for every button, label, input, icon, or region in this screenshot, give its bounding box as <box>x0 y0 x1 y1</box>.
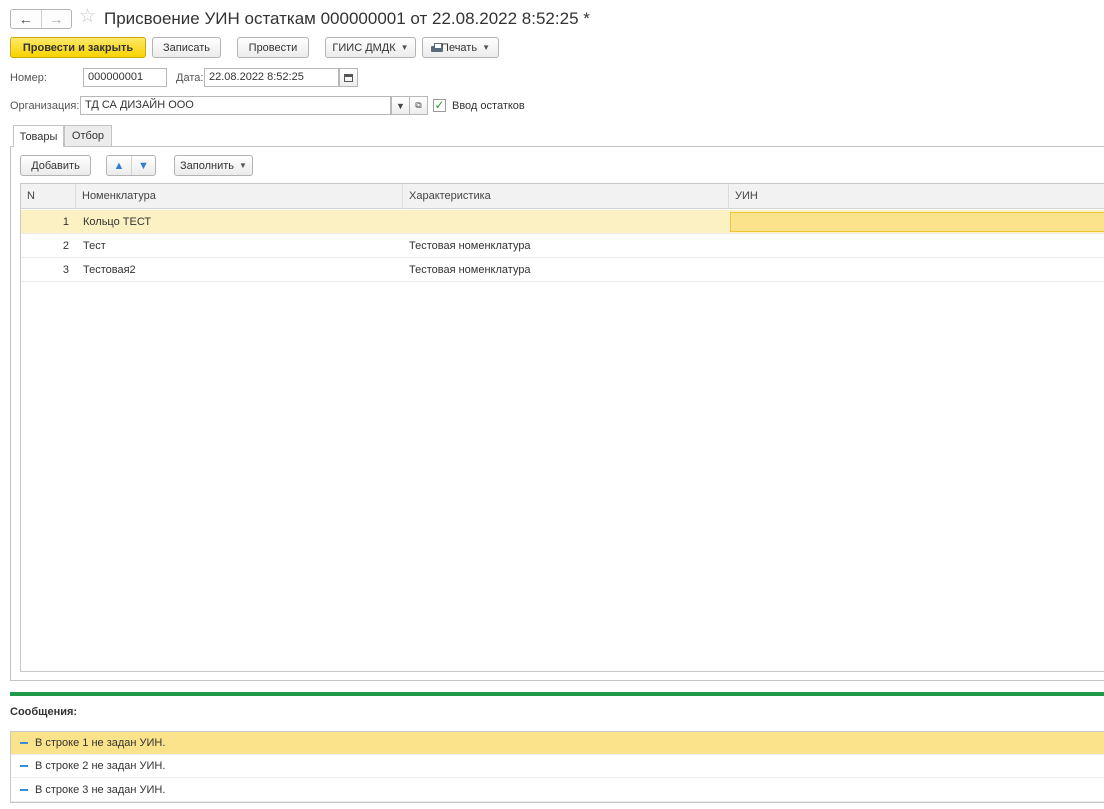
row-number: 1 <box>62 216 69 228</box>
post-and-close-label: Провести и закрыть <box>22 41 134 54</box>
row-number: 2 <box>62 240 69 252</box>
post-button[interactable]: Провести <box>237 37 309 58</box>
row-number: 3 <box>62 264 69 276</box>
open-icon: ⧉ <box>415 100 422 110</box>
organization-field[interactable]: ТД СА ДИЗАЙН ООО <box>80 96 391 115</box>
column-header-characteristic[interactable]: Характеристика <box>403 184 729 209</box>
balances-checkbox[interactable]: ✓ <box>433 99 446 112</box>
dropdown-caret-icon: ▼ <box>396 100 405 111</box>
nav-buttons: ← → <box>10 9 72 29</box>
characteristic-cell[interactable]: Тестовая номенклатура <box>409 258 719 282</box>
tab-goods[interactable]: Товары <box>13 125 64 147</box>
print-label: Печать <box>441 41 478 54</box>
table-row[interactable]: 1 Кольцо ТЕСТ <box>21 210 1104 234</box>
table-row[interactable]: 3 Тестовая2 Тестовая номенклатура <box>21 258 1104 282</box>
characteristic-cell[interactable]: Тестовая номенклатура <box>409 234 719 258</box>
date-field[interactable]: 22.08.2022 8:52:25 <box>204 68 339 87</box>
message-item[interactable]: В строке 1 не задан УИН. <box>11 732 1104 755</box>
message-item[interactable]: В строке 3 не задан УИН. <box>11 779 1104 802</box>
table-row[interactable]: 2 Тест Тестовая номенклатура <box>21 234 1104 258</box>
organization-dropdown-button[interactable]: ▼ <box>391 96 410 115</box>
favorite-star-icon[interactable]: ☆ <box>79 7 96 27</box>
post-label: Провести <box>248 41 298 54</box>
message-dash-icon <box>20 742 28 744</box>
calendar-button[interactable] <box>339 68 358 87</box>
uin-cell-active[interactable] <box>730 212 1104 232</box>
forward-arrow-icon[interactable]: → <box>40 10 72 28</box>
giis-menu-button[interactable]: ГИИС ДМДК ▼ <box>325 37 416 58</box>
post-and-close-button[interactable]: Провести и закрыть <box>10 37 146 58</box>
nomenclature-cell[interactable]: Тестовая2 <box>83 258 393 282</box>
message-text: В строке 2 не задан УИН. <box>35 760 166 772</box>
move-up-icon[interactable]: ▲ <box>107 156 131 175</box>
save-button[interactable]: Записать <box>152 37 221 58</box>
organization-open-button[interactable]: ⧉ <box>409 96 428 115</box>
goods-table[interactable]: N Номенклатура Характеристика УИН 1 Коль… <box>20 183 1104 672</box>
organization-label: Организация: <box>10 100 80 112</box>
tab-goods-label: Товары <box>19 130 58 143</box>
move-down-icon[interactable]: ▼ <box>131 156 155 175</box>
column-header-uin[interactable]: УИН <box>729 184 1104 209</box>
save-label: Записать <box>162 41 210 54</box>
uin-cell[interactable] <box>735 258 1095 282</box>
table-header: N Номенклатура Характеристика УИН <box>21 184 1104 209</box>
add-label: Добавить <box>31 159 80 172</box>
message-dash-icon <box>20 789 28 791</box>
back-arrow-icon[interactable]: ← <box>11 10 41 28</box>
messages-list: В строке 1 не задан УИН. В строке 2 не з… <box>10 731 1104 803</box>
date-label: Дата: <box>176 72 204 84</box>
dropdown-caret-icon: ▼ <box>239 161 247 170</box>
tab-filter-label: Отбор <box>71 130 105 142</box>
column-header-n[interactable]: N <box>21 184 76 209</box>
balances-label: Ввод остатков <box>452 100 525 112</box>
number-label: Номер: <box>10 72 47 84</box>
giis-label: ГИИС ДМДК <box>332 41 396 54</box>
move-buttons: ▲ ▼ <box>106 155 156 176</box>
message-dash-icon <box>20 765 28 767</box>
nomenclature-cell[interactable]: Кольцо ТЕСТ <box>83 210 393 234</box>
nomenclature-cell[interactable]: Тест <box>83 234 393 258</box>
column-header-nomenclature[interactable]: Номенклатура <box>76 184 403 209</box>
characteristic-cell[interactable] <box>409 210 719 234</box>
uin-cell[interactable] <box>735 234 1095 258</box>
add-button[interactable]: Добавить <box>20 155 91 176</box>
window-title: Присвоение УИН остаткам 000000001 от 22.… <box>104 9 590 28</box>
calendar-icon <box>344 73 353 82</box>
messages-divider[interactable] <box>10 692 1104 696</box>
fill-label: Заполнить <box>180 159 235 172</box>
checkmark-icon: ✓ <box>434 98 445 112</box>
print-menu-button[interactable]: Печать ▼ <box>422 37 499 58</box>
number-field[interactable]: 000000001 <box>83 68 167 87</box>
printer-icon <box>431 42 444 53</box>
dropdown-caret-icon: ▼ <box>400 43 409 52</box>
message-item[interactable]: В строке 2 не задан УИН. <box>11 755 1104 778</box>
message-text: В строке 3 не задан УИН. <box>35 784 166 796</box>
message-text: В строке 1 не задан УИН. <box>35 737 166 749</box>
fill-menu-button[interactable]: Заполнить ▼ <box>174 155 253 176</box>
messages-title: Сообщения: <box>10 706 78 718</box>
tab-filter[interactable]: Отбор <box>64 125 112 146</box>
dropdown-caret-icon: ▼ <box>482 43 490 52</box>
